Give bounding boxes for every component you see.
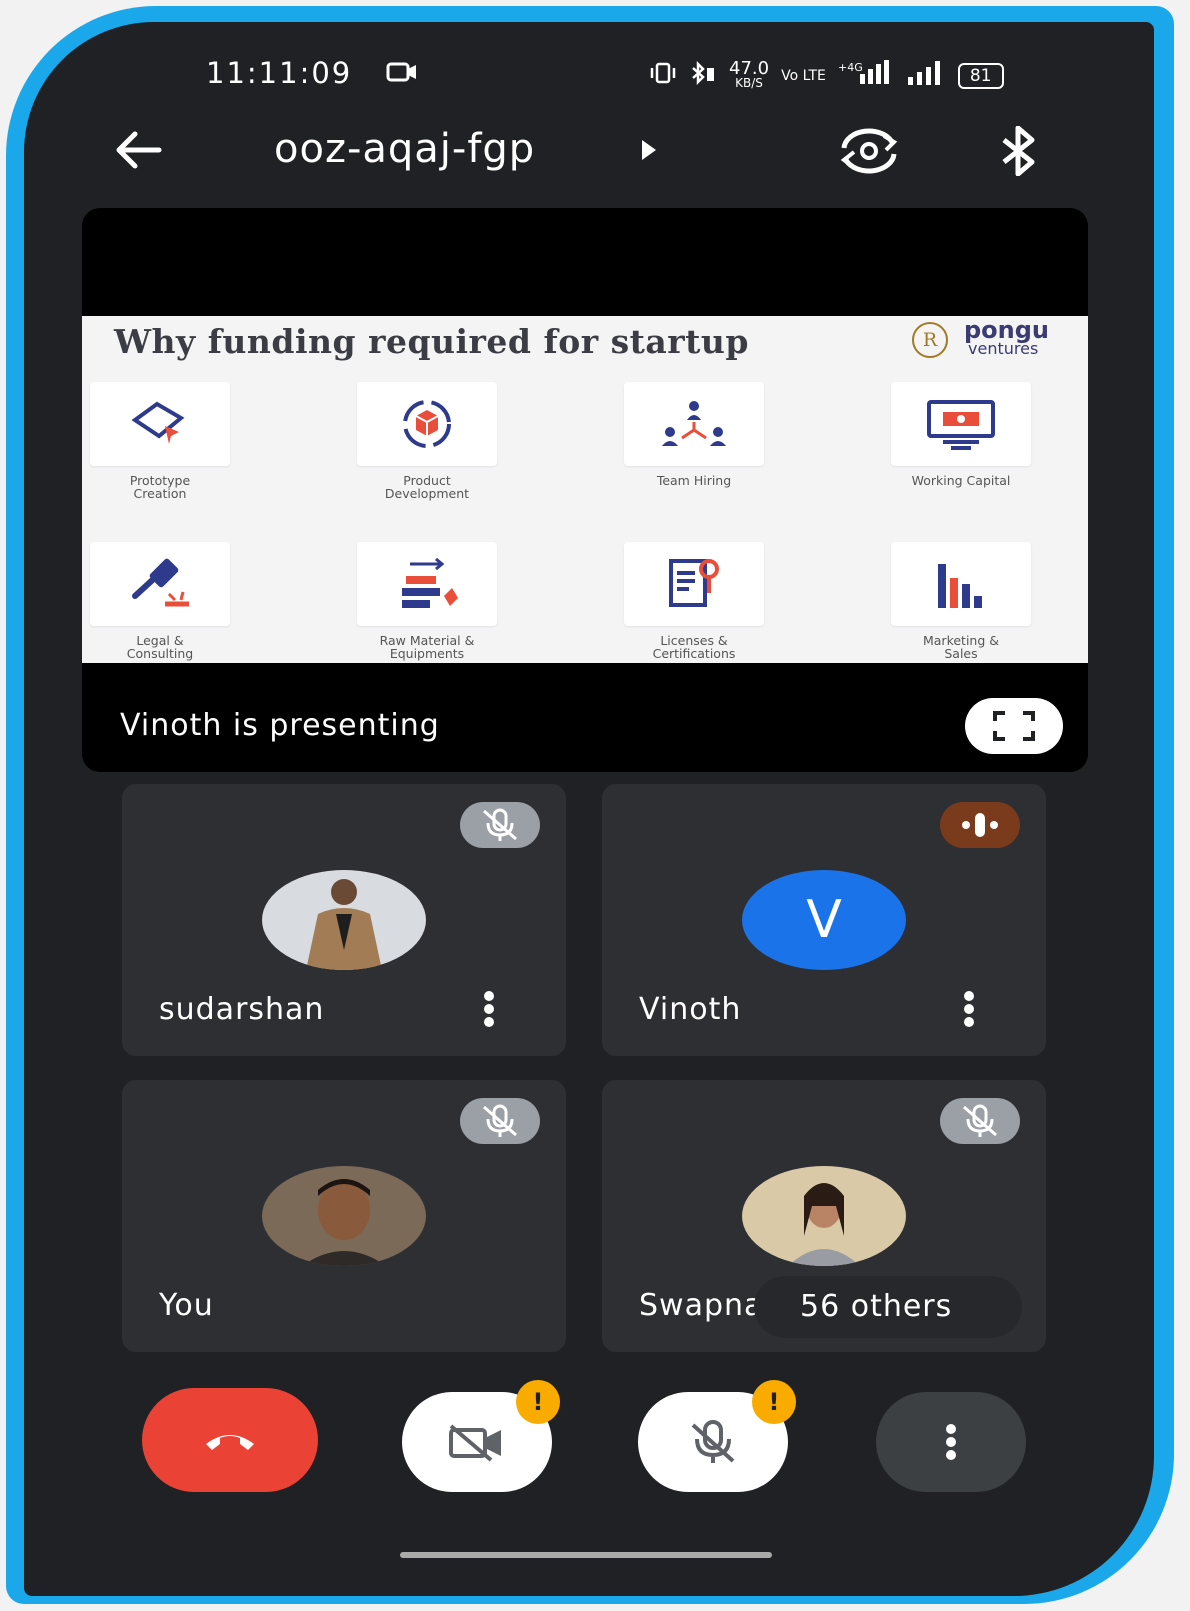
home-indicator[interactable] (400, 1552, 772, 1558)
status-bar: 11:11:09 47.0 KB/S Vo LTE +4G 81 (24, 56, 1154, 96)
avatar-initial: V (742, 870, 906, 970)
meeting-header: ooz-aqaj-fgp (24, 122, 1154, 182)
system-icons: 47.0 KB/S Vo LTE +4G 81 (649, 57, 1004, 91)
presenting-label: Vinoth is presenting (120, 708, 440, 743)
speaking-indicator-icon (940, 802, 1020, 848)
mic-off-icon (460, 802, 540, 848)
more-options-icon[interactable] (482, 990, 496, 1032)
gavel-icon (90, 542, 230, 626)
battery-indicator: 81 (957, 62, 1004, 89)
shared-slide: Why funding required for startup R pongu… (82, 316, 1088, 663)
slide-item: Legal & Consulting (82, 542, 260, 660)
volte-indicator: Vo LTE (781, 67, 826, 84)
avatar (262, 870, 426, 970)
slide-item: Raw Material & Equipments (327, 542, 527, 660)
participant-tile[interactable]: Swapna 56 others (602, 1080, 1046, 1352)
mic-warning-badge: ! (752, 1380, 796, 1424)
slide-item: Marketing & Sales (861, 542, 1061, 660)
participant-name: sudarshan (159, 992, 325, 1027)
end-call-button[interactable] (142, 1388, 318, 1492)
slide-item: Working Capital (861, 382, 1061, 487)
avatar (742, 1166, 906, 1266)
mic-off-icon (940, 1098, 1020, 1144)
materials-icon (357, 542, 497, 626)
meet-screen: 11:11:09 47.0 KB/S Vo LTE +4G 81 ooz-aqa… (24, 22, 1154, 1596)
vibrate-icon (649, 62, 677, 89)
slide-item: Team Hiring (594, 382, 794, 487)
more-options-icon[interactable] (962, 990, 976, 1032)
participant-name: Vinoth (639, 992, 742, 1027)
more-vert-icon (946, 1424, 956, 1460)
more-options-button[interactable] (876, 1392, 1026, 1492)
play-arrow-icon[interactable] (639, 138, 659, 166)
slide-title: Why funding required for startup (114, 322, 749, 361)
meeting-code[interactable]: ooz-aqaj-fgp (274, 126, 535, 172)
bar-chart-icon (891, 542, 1031, 626)
slide-item: Prototype Creation (82, 382, 260, 500)
status-time: 11:11:09 (206, 56, 353, 90)
avatar (262, 1166, 426, 1266)
signal-icon (906, 61, 946, 90)
camera-off-icon (449, 1424, 501, 1462)
fullscreen-icon (993, 711, 1035, 741)
participant-name: You (159, 1288, 214, 1323)
back-arrow-icon[interactable] (109, 126, 165, 178)
slide-item: Product Development (327, 382, 527, 500)
camera-active-icon (386, 60, 420, 88)
camera-warning-badge: ! (516, 1380, 560, 1424)
mic-off-icon (691, 1420, 735, 1463)
team-icon (624, 382, 764, 466)
end-call-icon (206, 1435, 254, 1450)
switch-camera-icon[interactable] (836, 126, 902, 180)
presentation-panel[interactable]: Why funding required for startup R pongu… (82, 208, 1088, 772)
slide-item: Licenses & Certifications (594, 542, 794, 660)
bluetooth-status-icon (689, 60, 717, 90)
signal-4g-icon: +4G (838, 60, 894, 91)
participant-tile[interactable]: V Vinoth (602, 784, 1046, 1056)
fullscreen-button[interactable] (965, 698, 1063, 754)
bluetooth-audio-icon[interactable] (996, 125, 1042, 180)
participant-tile[interactable]: sudarshan (122, 784, 566, 1056)
others-count-button[interactable]: 56 others (754, 1276, 1022, 1338)
product-box-icon (357, 382, 497, 466)
svg-text:+4G: +4G (838, 61, 863, 74)
monitor-cash-icon (891, 382, 1031, 466)
participant-tile[interactable]: You (122, 1080, 566, 1352)
participant-name: Swapna (639, 1288, 764, 1323)
mic-off-icon (460, 1098, 540, 1144)
certificate-icon (624, 542, 764, 626)
network-speed: 47.0 KB/S (729, 57, 770, 90)
prototype-icon (90, 382, 230, 466)
pongu-ventures-logo: R pongu ventures (912, 316, 1082, 358)
